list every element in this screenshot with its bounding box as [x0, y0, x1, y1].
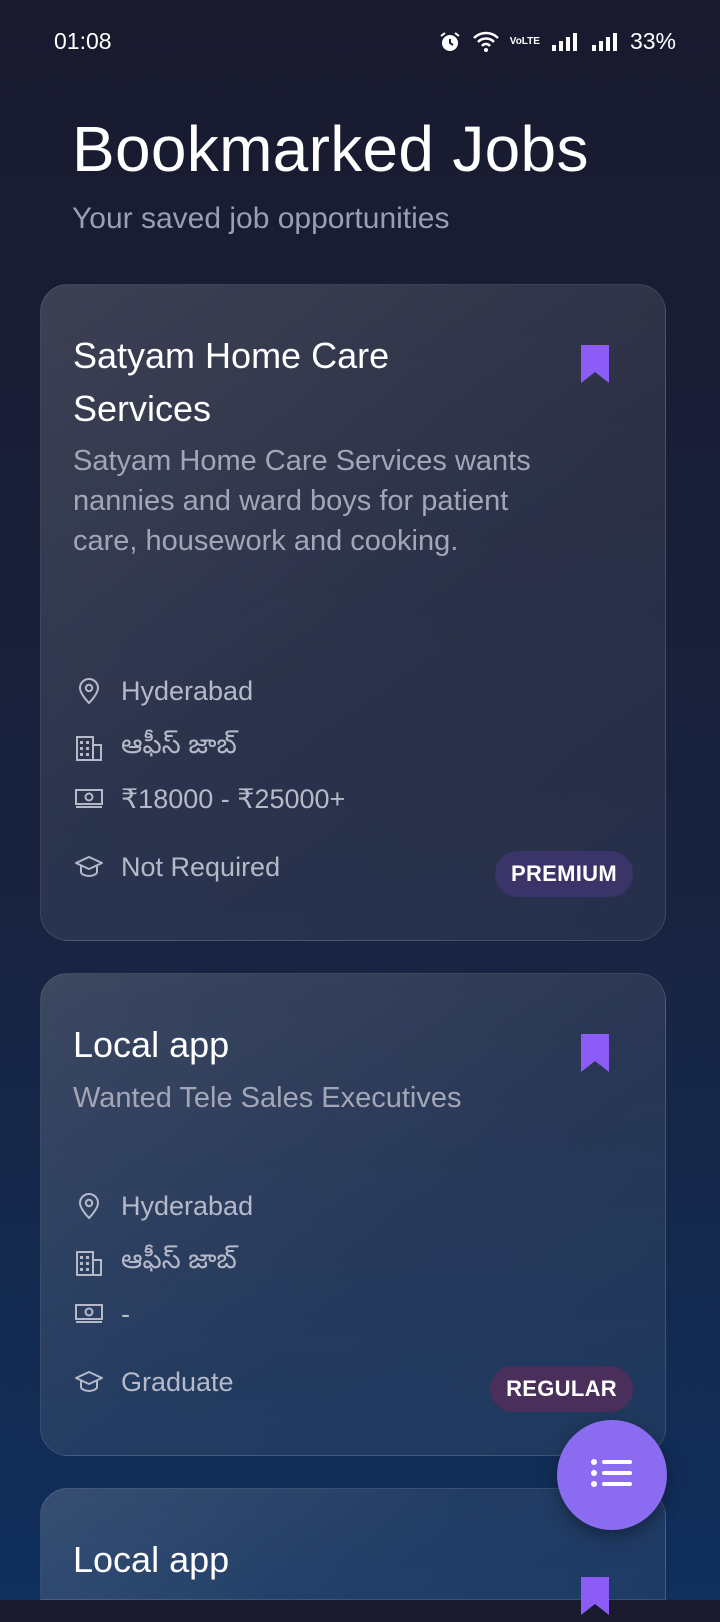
location-pin-icon [73, 1190, 105, 1222]
job-type-row: ఆఫీస్ జాబ్ [73, 729, 237, 767]
location-pin-icon [73, 675, 105, 707]
job-description: Satyam Home Care Services wants nannies … [73, 445, 531, 557]
volte-indicator: VoLTE [509, 35, 540, 47]
job-type: ఆఫీస్ జాబ్ [121, 1244, 237, 1274]
job-education: Graduate [121, 1366, 234, 1397]
job-education: Not Required [121, 851, 281, 882]
status-bar: 01:08 VoLTE 33% [0, 0, 720, 84]
bookmark-icon[interactable] [579, 1575, 611, 1622]
job-salary-row: ₹18000 - ₹25000+ [73, 783, 345, 815]
job-location: Hyderabad [121, 675, 254, 706]
money-icon [73, 1298, 105, 1330]
tier-badge: REGULAR [490, 1366, 633, 1412]
building-icon [73, 1247, 105, 1279]
job-location-row: Hyderabad [73, 675, 253, 707]
job-salary-row: - [73, 1298, 130, 1330]
status-time: 01:08 [54, 28, 112, 54]
job-title: Local app [73, 1024, 230, 1065]
wifi-icon [472, 30, 500, 54]
tier-badge: PREMIUM [495, 851, 633, 897]
job-salary: ₹18000 - ₹25000+ [121, 783, 346, 814]
job-location-row: Hyderabad [73, 1190, 253, 1222]
list-menu-button[interactable] [557, 1420, 667, 1530]
job-description: Wanted Tele Sales Executives [73, 1082, 462, 1114]
job-card[interactable]: Local app Wanted Tele Sales Executives H… [40, 973, 666, 1456]
alarm-icon [438, 30, 462, 54]
job-title: Local app [73, 1539, 230, 1580]
bookmark-icon[interactable] [579, 1032, 611, 1079]
signal-icon [550, 31, 580, 53]
job-type: ఆఫీస్ జాబ్ [121, 729, 237, 759]
money-icon [73, 783, 105, 815]
job-salary: - [121, 1298, 130, 1329]
building-icon [73, 732, 105, 764]
bookmark-icon[interactable] [579, 343, 611, 390]
list-icon [590, 1458, 634, 1493]
graduation-cap-icon [73, 1366, 105, 1398]
page-title: Bookmarked Jobs [72, 113, 589, 185]
signal-icon [590, 31, 620, 53]
job-education-row: Graduate [73, 1366, 234, 1398]
graduation-cap-icon [73, 851, 105, 883]
status-icons: VoLTE 33% [438, 28, 676, 55]
battery-percent: 33% [629, 28, 676, 54]
job-card[interactable]: Satyam Home Care Services Satyam Home Ca… [40, 284, 666, 941]
job-education-row: Not Required [73, 851, 280, 883]
job-type-row: ఆఫీస్ జాబ్ [73, 1244, 237, 1282]
job-location: Hyderabad [121, 1190, 254, 1221]
page-subtitle: Your saved job opportunities [72, 202, 450, 235]
job-title: Satyam Home Care Services [73, 335, 390, 429]
